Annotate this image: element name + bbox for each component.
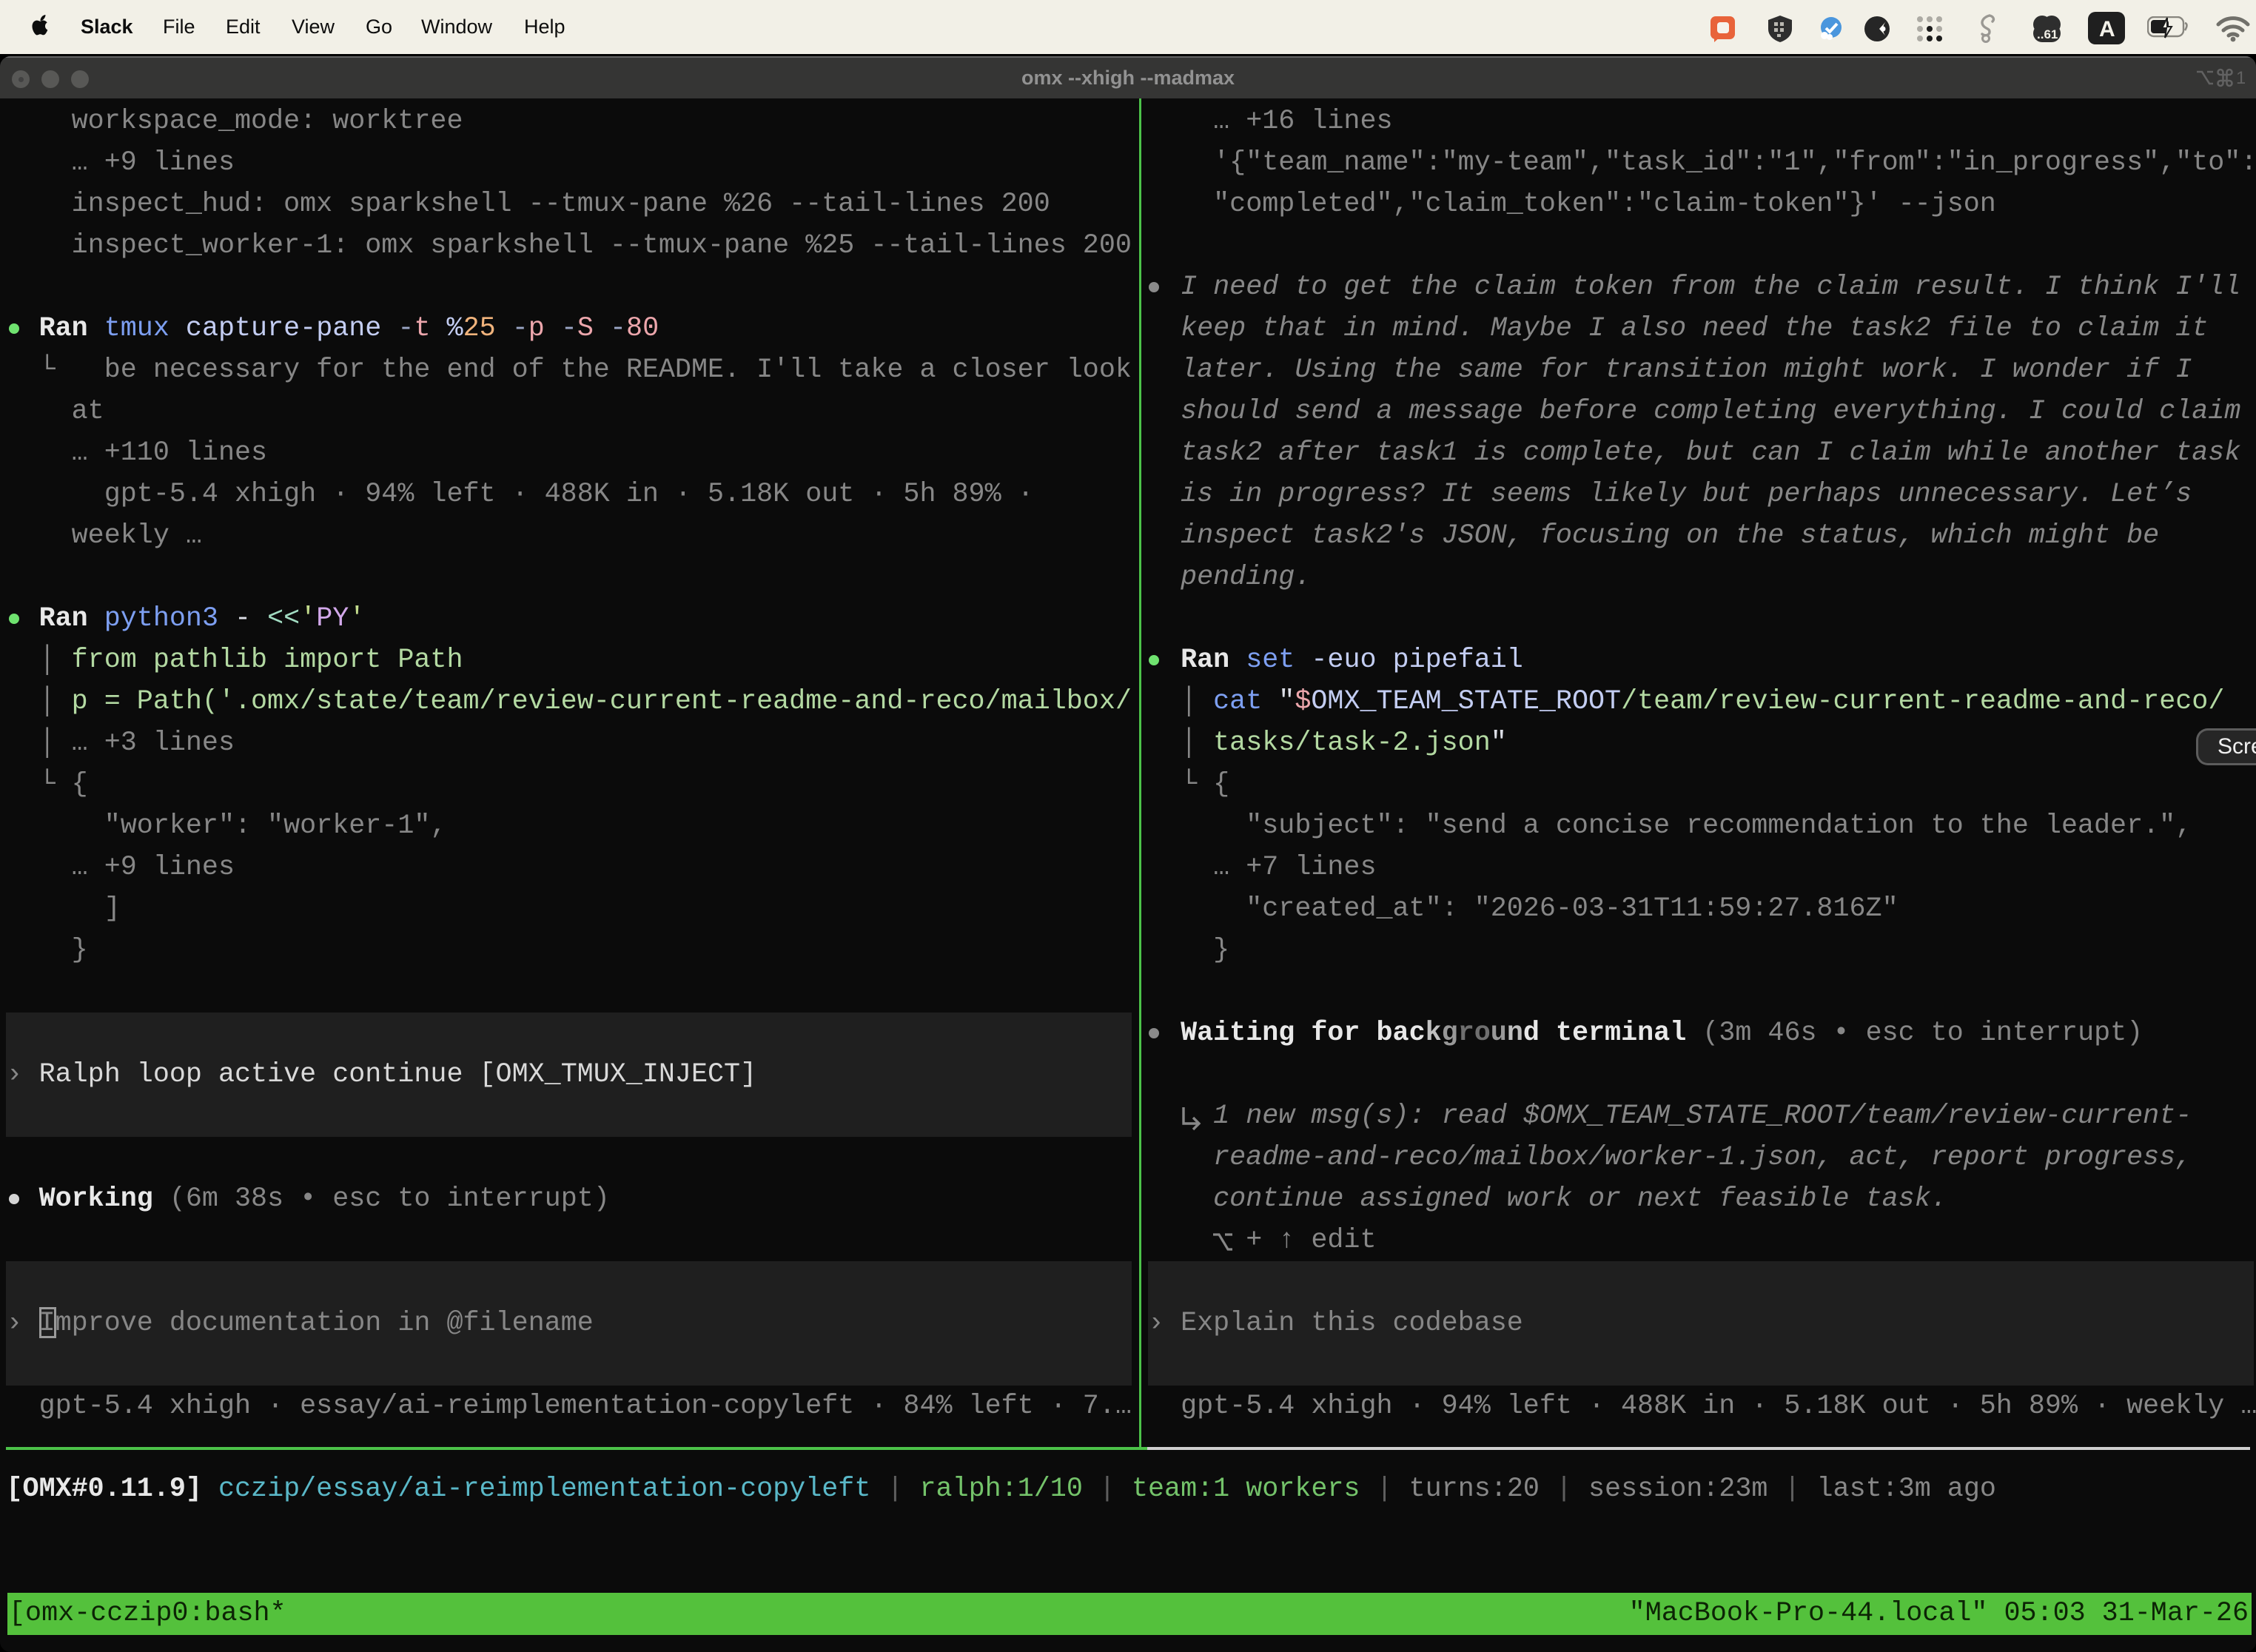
svg-text:A: A xyxy=(2099,17,2115,41)
svg-text:1: 1 xyxy=(2236,68,2245,88)
svg-text:..61: ..61 xyxy=(2037,27,2058,41)
